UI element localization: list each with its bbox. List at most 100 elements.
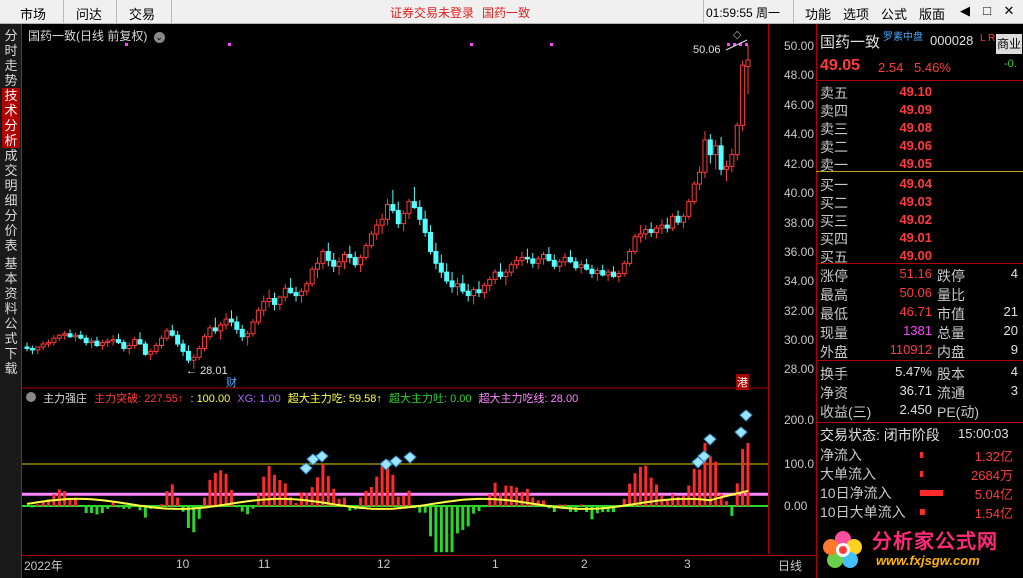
price-change: 2.54 bbox=[878, 60, 904, 75]
stat-label: 市值 bbox=[937, 306, 965, 322]
candle-body bbox=[62, 333, 68, 336]
candle-body bbox=[680, 215, 686, 223]
hist-bar-red bbox=[310, 487, 314, 506]
candle-body bbox=[654, 227, 660, 233]
candle-body bbox=[503, 271, 509, 278]
hist-bar-green bbox=[90, 506, 94, 514]
orderbook-price[interactable]: 49.02 bbox=[880, 212, 932, 227]
flow-value: 1.32亿 bbox=[974, 449, 1013, 464]
candle-body bbox=[718, 145, 724, 170]
settings-icon[interactable]: ⌄ bbox=[153, 32, 165, 43]
orderbook-label: 买五 bbox=[820, 249, 848, 265]
hist-bar-red bbox=[402, 495, 406, 506]
y-tick: 36.00 bbox=[784, 245, 815, 259]
stat-value: 51.16 bbox=[899, 266, 932, 281]
stat-label: 现量 bbox=[820, 325, 848, 341]
hk-event-marker[interactable]: 港 bbox=[736, 374, 749, 390]
candle-body bbox=[562, 256, 568, 263]
fin-label: PE(动) bbox=[937, 404, 979, 420]
candle-body bbox=[551, 259, 557, 267]
finance-event-marker[interactable]: 财 bbox=[226, 374, 237, 390]
orderbook-price[interactable]: 49.08 bbox=[880, 120, 932, 135]
candle-body bbox=[433, 251, 439, 264]
flow-value: 2684万 bbox=[971, 468, 1013, 483]
candle-body bbox=[29, 347, 35, 351]
orderbook-label: 买四 bbox=[820, 231, 848, 247]
flow-bar bbox=[920, 490, 944, 496]
fin-label: 净资 bbox=[820, 385, 848, 401]
diamond-signal-icon bbox=[734, 426, 748, 439]
orderbook-price[interactable]: 49.01 bbox=[880, 230, 932, 245]
hist-bar-red bbox=[638, 466, 642, 506]
candle-body bbox=[110, 339, 116, 342]
settings-icon[interactable] bbox=[26, 392, 36, 402]
fin-label: 流通 bbox=[937, 385, 965, 401]
orderbook-price[interactable]: 49.04 bbox=[880, 176, 932, 191]
candle-body bbox=[180, 343, 186, 352]
orderbook-price[interactable]: 49.05 bbox=[880, 156, 932, 171]
stat-label: 量比 bbox=[937, 287, 965, 303]
candle-body bbox=[740, 64, 746, 126]
y-tick: 50.00 bbox=[784, 39, 815, 53]
hist-bar-red bbox=[326, 476, 330, 506]
flow-bar bbox=[920, 509, 926, 515]
stat-label: 最低 bbox=[820, 306, 848, 322]
sector-badge[interactable]: 商业 bbox=[996, 34, 1022, 54]
hist-bar-green bbox=[106, 506, 110, 509]
flow-value: 5.04亿 bbox=[974, 487, 1013, 502]
candle-body bbox=[686, 201, 692, 217]
ind-y-tick: 0.00 bbox=[784, 499, 808, 513]
y-tick: 42.00 bbox=[784, 157, 815, 171]
candle-body bbox=[616, 273, 622, 278]
candle-body bbox=[508, 264, 514, 273]
candle-body bbox=[250, 321, 256, 335]
signal-marker bbox=[228, 43, 231, 46]
candle-body bbox=[734, 124, 740, 156]
period-label[interactable]: 日线 bbox=[778, 557, 802, 574]
candle-body bbox=[589, 268, 595, 275]
hist-bar-red bbox=[375, 476, 379, 506]
hist-bar-red bbox=[36, 504, 40, 506]
site-logo: 分析家公式网 www.fxjsgw.com bbox=[818, 523, 1021, 575]
candle-body bbox=[304, 283, 310, 292]
hist-bar-green bbox=[461, 506, 465, 530]
candle-body bbox=[99, 342, 105, 347]
orderbook-price[interactable]: 49.09 bbox=[880, 102, 932, 117]
orderbook-price[interactable]: 49.06 bbox=[880, 138, 932, 153]
candle-body bbox=[729, 154, 735, 167]
candle-body bbox=[207, 327, 213, 338]
candle-body bbox=[137, 339, 143, 345]
last-price: 49.05 bbox=[820, 57, 861, 74]
hist-bar-red bbox=[633, 473, 637, 506]
candle-body bbox=[524, 256, 530, 260]
hist-bar-red bbox=[57, 489, 61, 506]
candle-body bbox=[390, 204, 396, 211]
candle-body bbox=[159, 337, 165, 347]
hist-bar-red bbox=[708, 456, 712, 506]
candle-body bbox=[514, 259, 520, 266]
candle-body bbox=[659, 224, 665, 229]
hist-bar-red bbox=[741, 449, 745, 506]
diamond-signal-icon bbox=[739, 409, 753, 422]
hist-bar-red bbox=[558, 504, 562, 506]
candle-body bbox=[411, 201, 417, 209]
orderbook-price[interactable]: 49.03 bbox=[880, 194, 932, 209]
fin-value: 2.450 bbox=[899, 402, 932, 417]
candle-body bbox=[298, 290, 304, 297]
candle-body bbox=[541, 253, 547, 260]
candle-body bbox=[266, 298, 272, 302]
hist-bar-red bbox=[515, 487, 519, 506]
candle-body bbox=[153, 345, 159, 352]
y-tick: 30.00 bbox=[784, 333, 815, 347]
trade-state: 交易状态: 闭市阶段 bbox=[820, 427, 940, 443]
candle-body bbox=[352, 256, 358, 266]
stat-value: 110912 bbox=[889, 342, 932, 357]
hist-bar-red bbox=[628, 483, 632, 506]
candle-body bbox=[105, 340, 111, 344]
x-tick: 10 bbox=[176, 557, 190, 571]
orderbook-price[interactable]: 49.00 bbox=[880, 248, 932, 263]
hist-bar-red bbox=[509, 485, 513, 506]
fin-label: 股本 bbox=[937, 366, 965, 382]
candle-body bbox=[261, 300, 267, 311]
orderbook-price[interactable]: 49.10 bbox=[880, 84, 932, 99]
